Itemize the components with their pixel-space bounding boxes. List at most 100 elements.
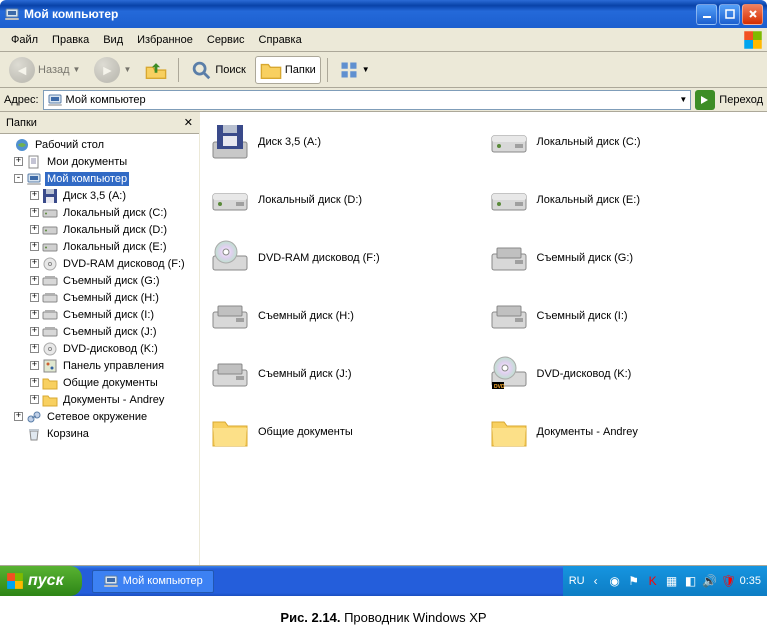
content-item[interactable]: Локальный диск (D:) (210, 180, 479, 220)
minimize-button[interactable] (696, 4, 717, 25)
expand-icon[interactable]: + (30, 191, 39, 200)
content-item[interactable]: Съемный диск (J:) (210, 354, 479, 394)
tray-icon[interactable]: ◧ (683, 573, 699, 589)
folders-pane: Папки ✕ Рабочий стол + Мои документы - М… (0, 112, 200, 565)
tray-icon[interactable]: K (645, 573, 661, 589)
go-label: Переход (719, 94, 763, 106)
tree-mydocs[interactable]: + Мои документы (2, 153, 197, 170)
search-button[interactable]: Поиск (185, 56, 250, 84)
content-item[interactable]: DVD-RAM дисковод (F:) (210, 238, 479, 278)
expand-icon[interactable]: + (30, 395, 39, 404)
expand-icon[interactable]: + (30, 310, 39, 319)
menu-help[interactable]: Справка (252, 31, 309, 49)
drive-icon (42, 375, 58, 391)
tree-mycomputer[interactable]: - Мой компьютер (2, 170, 197, 187)
content-item[interactable]: Съемный диск (I:) (489, 296, 758, 336)
tree-item[interactable]: +Локальный диск (C:) (2, 204, 197, 221)
forward-arrow-icon: ► (94, 57, 120, 83)
content-item[interactable]: Съемный диск (G:) (489, 238, 758, 278)
go-button[interactable] (695, 90, 715, 110)
expand-icon[interactable]: + (30, 293, 39, 302)
pane-header: Папки ✕ (0, 112, 199, 134)
drive-icon (42, 205, 58, 221)
content-item[interactable]: Общие документы (210, 412, 479, 452)
separator (178, 58, 179, 82)
removable-icon (489, 296, 529, 336)
window-title: Мой компьютер (24, 7, 696, 21)
expand-icon[interactable]: + (30, 259, 39, 268)
lang-indicator[interactable]: RU (569, 575, 585, 587)
menu-file[interactable]: Файл (4, 31, 45, 49)
drive-icon (42, 273, 58, 289)
content-item[interactable]: Съемный диск (H:) (210, 296, 479, 336)
collapse-icon[interactable]: - (14, 174, 23, 183)
tray-icon[interactable]: 🛡 (721, 573, 737, 589)
expand-icon[interactable]: + (14, 157, 23, 166)
up-button[interactable] (140, 56, 172, 84)
tree-item[interactable]: +Съемный диск (G:) (2, 272, 197, 289)
menu-favorites[interactable]: Избранное (130, 31, 200, 49)
pane-title: Папки (6, 117, 37, 129)
tray-icon[interactable]: ▦ (664, 573, 680, 589)
search-icon (190, 59, 212, 81)
menubar: Файл Правка Вид Избранное Сервис Справка (0, 28, 767, 52)
views-icon (339, 60, 359, 80)
tree-item[interactable]: +Съемный диск (H:) (2, 289, 197, 306)
maximize-button[interactable] (719, 4, 740, 25)
content-item[interactable]: Диск 3,5 (A:) (210, 122, 479, 162)
address-label: Адрес: (4, 94, 39, 106)
body: Папки ✕ Рабочий стол + Мои документы - М… (0, 112, 767, 566)
content-item[interactable]: Документы - Andrey (489, 412, 758, 452)
folders-button[interactable]: Папки (255, 56, 321, 84)
expand-icon[interactable]: + (30, 276, 39, 285)
menu-view[interactable]: Вид (96, 31, 130, 49)
floppy-icon (210, 122, 250, 162)
content-item[interactable]: Локальный диск (E:) (489, 180, 758, 220)
drive-icon (42, 188, 58, 204)
expand-icon[interactable]: + (30, 208, 39, 217)
tree-item[interactable]: +Съемный диск (I:) (2, 306, 197, 323)
address-input[interactable]: Мой компьютер ▼ (43, 90, 692, 110)
tray-chevron-icon[interactable]: ‹ (588, 573, 604, 589)
pane-close-button[interactable]: ✕ (184, 116, 193, 129)
tree-network[interactable]: + Сетевое окружение (2, 408, 197, 425)
expand-icon[interactable]: + (30, 378, 39, 387)
tree-item[interactable]: +DVD-RAM дисковод (F:) (2, 255, 197, 272)
forward-button[interactable]: ► ▼ (89, 56, 136, 84)
expand-icon[interactable]: + (30, 225, 39, 234)
folder-icon (260, 59, 282, 81)
removable-icon (210, 296, 250, 336)
tray-icon[interactable]: ◉ (607, 573, 623, 589)
back-arrow-icon: ◄ (9, 57, 35, 83)
content-item[interactable]: DVD-дисковод (K:) (489, 354, 758, 394)
tree-item[interactable]: +DVD-дисковод (K:) (2, 340, 197, 357)
address-bar: Адрес: Мой компьютер ▼ Переход (0, 88, 767, 112)
tree-recycle[interactable]: Корзина (2, 425, 197, 442)
chevron-down-icon[interactable]: ▼ (679, 95, 687, 104)
expand-icon[interactable]: + (30, 327, 39, 336)
tree-item[interactable]: +Съемный диск (J:) (2, 323, 197, 340)
tree-item[interactable]: +Общие документы (2, 374, 197, 391)
views-button[interactable]: ▼ (334, 56, 375, 84)
tree-item[interactable]: +Панель управления (2, 357, 197, 374)
start-button[interactable]: пуск (0, 566, 82, 596)
taskbar-item[interactable]: Мой компьютер (92, 570, 214, 593)
menu-edit[interactable]: Правка (45, 31, 96, 49)
tree-item[interactable]: +Локальный диск (E:) (2, 238, 197, 255)
content-item[interactable]: Локальный диск (C:) (489, 122, 758, 162)
tree-desktop[interactable]: Рабочий стол (2, 136, 197, 153)
tree-item[interactable]: +Локальный диск (D:) (2, 221, 197, 238)
clock[interactable]: 0:35 (740, 575, 761, 587)
expand-icon[interactable]: + (30, 344, 39, 353)
tray-icon[interactable]: 🔊 (702, 573, 718, 589)
tray-icon[interactable]: ⚑ (626, 573, 642, 589)
back-button[interactable]: ◄ Назад ▼ (4, 56, 85, 84)
close-button[interactable] (742, 4, 763, 25)
menu-tools[interactable]: Сервис (200, 31, 252, 49)
tree-item[interactable]: +Документы - Andrey (2, 391, 197, 408)
expand-icon[interactable]: + (14, 412, 23, 421)
expand-icon[interactable]: + (30, 361, 39, 370)
expand-icon[interactable]: + (30, 242, 39, 251)
address-value: Мой компьютер (66, 94, 677, 106)
tree-item[interactable]: +Диск 3,5 (A:) (2, 187, 197, 204)
